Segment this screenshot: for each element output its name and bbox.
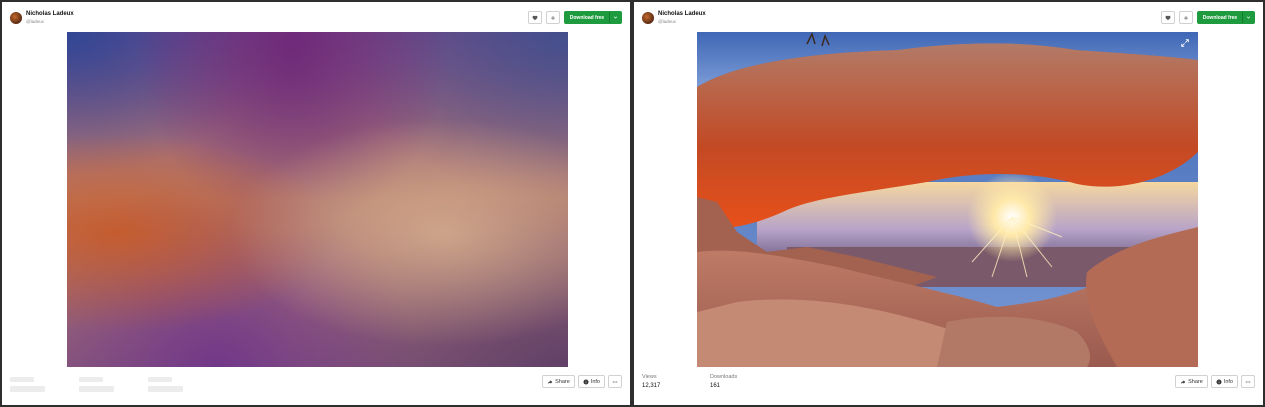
- share-button[interactable]: Share: [542, 375, 575, 388]
- avatar[interactable]: [642, 12, 654, 24]
- views-label: Views: [642, 374, 657, 380]
- photo-placeholder[interactable]: [67, 32, 568, 367]
- downloads-stat: Downloads 161: [710, 374, 737, 389]
- skeleton-line: [148, 377, 172, 382]
- more-actions-button[interactable]: [608, 375, 622, 388]
- add-to-collection-button[interactable]: [546, 11, 560, 24]
- avatar[interactable]: [10, 12, 22, 24]
- download-options-button[interactable]: [609, 12, 621, 23]
- chevron-down-icon: [613, 16, 618, 19]
- photo-page-loading: Nicholas Ladeux @ladeux Download free Sh…: [2, 2, 630, 405]
- skeleton-line: [148, 386, 183, 392]
- more-icon: [1245, 380, 1251, 383]
- share-arrow-icon: [547, 379, 553, 384]
- info-label: Info: [1223, 378, 1233, 385]
- header-actions: Download free: [1161, 11, 1255, 24]
- user-handle[interactable]: @ladeux: [658, 19, 676, 24]
- photo-header: Nicholas Ladeux @ladeux Download free: [642, 10, 1255, 28]
- user-name[interactable]: Nicholas Ladeux: [658, 11, 706, 17]
- download-button[interactable]: Download free: [1197, 11, 1255, 24]
- footer-actions: Share Info: [542, 375, 622, 388]
- skeleton-line: [10, 377, 34, 382]
- more-actions-button[interactable]: [1241, 375, 1255, 388]
- download-options-button[interactable]: [1242, 12, 1254, 23]
- share-label: Share: [1188, 378, 1203, 385]
- share-arrow-icon: [1180, 379, 1186, 384]
- user-handle[interactable]: @ladeux: [26, 19, 44, 24]
- photo-page-loaded: Nicholas Ladeux @ladeux Download free Vi…: [634, 2, 1263, 405]
- mesa-arch-photo: [697, 32, 1198, 367]
- user-name[interactable]: Nicholas Ladeux: [26, 11, 74, 17]
- skeleton-line: [79, 386, 114, 392]
- downloads-value: 161: [710, 383, 721, 389]
- info-label: Info: [590, 378, 600, 385]
- skeleton-line: [79, 377, 103, 382]
- photo-footer: Views 12,317 Downloads 161 Share Info: [642, 374, 1255, 400]
- info-icon: [1216, 379, 1222, 384]
- chevron-down-icon: [1246, 16, 1251, 19]
- add-to-collection-button[interactable]: [1179, 11, 1193, 24]
- views-stat: Views 12,317: [642, 374, 660, 389]
- download-label: Download free: [569, 14, 605, 21]
- photo-footer: Share Info: [10, 374, 622, 400]
- download-button[interactable]: Download free: [564, 11, 622, 24]
- expand-icon[interactable]: [1180, 38, 1190, 48]
- like-button[interactable]: [528, 11, 542, 24]
- heart-icon: [1165, 15, 1171, 20]
- info-icon: [583, 379, 589, 384]
- plus-icon: [1184, 15, 1188, 20]
- share-label: Share: [555, 378, 570, 385]
- plus-icon: [551, 15, 555, 20]
- heart-icon: [532, 15, 538, 20]
- downloads-label: Downloads: [710, 374, 738, 380]
- share-button[interactable]: Share: [1175, 375, 1208, 388]
- more-icon: [612, 380, 618, 383]
- footer-actions: Share Info: [1175, 375, 1255, 388]
- photo-header: Nicholas Ladeux @ladeux Download free: [10, 10, 622, 28]
- split-view: Nicholas Ladeux @ladeux Download free Sh…: [0, 0, 1265, 407]
- views-value: 12,317: [642, 383, 661, 389]
- info-button[interactable]: Info: [577, 375, 605, 388]
- photo-image[interactable]: [697, 32, 1198, 367]
- download-label: Download free: [1202, 14, 1238, 21]
- info-button[interactable]: Info: [1210, 375, 1238, 388]
- header-actions: Download free: [528, 11, 622, 24]
- like-button[interactable]: [1161, 11, 1175, 24]
- skeleton-line: [10, 386, 45, 392]
